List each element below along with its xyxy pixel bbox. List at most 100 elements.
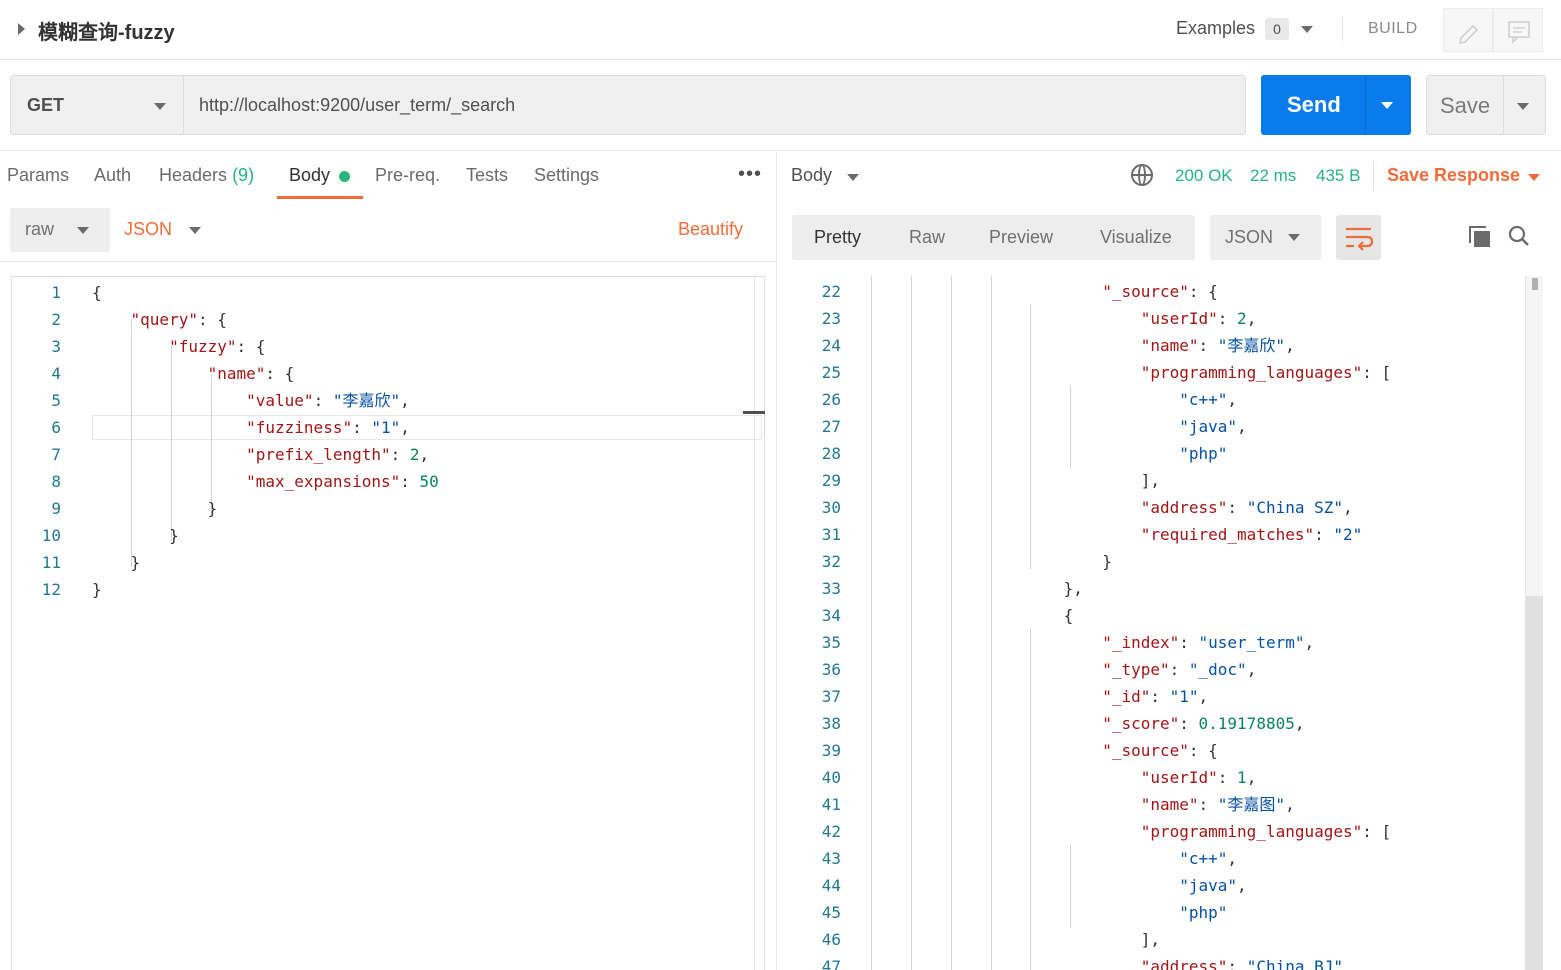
response-body-select[interactable]: Body (791, 165, 832, 186)
code-line: { (92, 283, 102, 302)
code-line: "_id": "1", (1102, 687, 1209, 706)
line-number: 36 (821, 660, 841, 679)
status-code[interactable]: 200 OK (1175, 166, 1233, 186)
chevron-down-icon (77, 227, 89, 234)
code-line: } (92, 580, 102, 599)
tab-prereq[interactable]: Pre-req. (375, 165, 440, 186)
chevron-down-icon (154, 103, 166, 110)
comment-icon (1508, 21, 1530, 44)
line-number: 44 (821, 876, 841, 895)
code-line: "c++", (1179, 849, 1238, 868)
examples-dropdown-icon[interactable] (1301, 26, 1313, 33)
line-number: 41 (821, 795, 841, 814)
tab-tests[interactable]: Tests (466, 165, 508, 186)
line-number: 43 (821, 849, 841, 868)
line-number: 46 (821, 930, 841, 949)
body-format-chevron-icon[interactable] (189, 227, 201, 234)
comments-button[interactable] (1493, 8, 1543, 52)
editor-scroll-marker (743, 411, 765, 414)
request-title[interactable]: 模糊查询-fuzzy (38, 16, 175, 45)
save-response-button[interactable]: Save Response (1387, 165, 1520, 186)
save-button[interactable]: Save (1426, 75, 1546, 135)
code-line: "userId": 1, (1140, 768, 1257, 787)
response-format-value: JSON (1225, 227, 1274, 247)
examples-label[interactable]: Examples (1176, 18, 1255, 39)
pane-divider[interactable] (776, 152, 777, 970)
line-number: 29 (821, 471, 841, 490)
line-number: 3 (51, 337, 61, 356)
code-line: }, (871, 579, 1083, 598)
divider (1365, 75, 1366, 135)
line-number: 4 (51, 364, 61, 383)
body-mode-select[interactable]: raw (10, 208, 110, 252)
line-number: 33 (821, 579, 841, 598)
line-number: 11 (41, 553, 61, 572)
save-options-icon[interactable] (1517, 103, 1529, 110)
examples-count-badge: 0 (1265, 18, 1289, 40)
beautify-button[interactable]: Beautify (678, 219, 743, 240)
expand-caret-icon[interactable] (18, 23, 25, 35)
code-line: "_score": 0.19178805, (1102, 714, 1305, 733)
more-options-icon[interactable]: ••• (738, 163, 762, 186)
tab-visualize[interactable]: Visualize (1100, 227, 1172, 248)
body-indicator-dot (339, 171, 350, 182)
url-input[interactable]: http://localhost:9200/user_term/_search (183, 75, 1246, 135)
tab-body[interactable]: Body (289, 165, 330, 186)
tab-pretty[interactable]: Pretty (814, 227, 861, 248)
line-number: 40 (821, 768, 841, 787)
body-format-select[interactable]: JSON (124, 219, 172, 240)
line-number: 10 (41, 526, 61, 545)
tab-raw[interactable]: Raw (909, 227, 945, 248)
line-number: 9 (51, 499, 61, 518)
save-response-chevron-icon[interactable] (1528, 174, 1540, 181)
tab-headers[interactable]: Headers (9) (159, 165, 254, 186)
globe-icon[interactable] (1131, 164, 1153, 186)
line-number: 8 (51, 472, 61, 491)
response-size[interactable]: 435 B (1316, 166, 1360, 186)
response-format-select[interactable]: JSON (1210, 215, 1321, 260)
code-line: "_type": "_doc", (1102, 660, 1257, 679)
tab-params[interactable]: Params (7, 165, 69, 186)
code-line: "prefix_length": 2, (246, 445, 430, 464)
code-line: "php" (1179, 444, 1228, 463)
code-line: "php" (1179, 903, 1228, 922)
code-line: "_index": "user_term", (1102, 633, 1315, 652)
search-icon[interactable] (1508, 225, 1530, 247)
response-body-viewer[interactable]: 22 "_source": {23 "userId": 2, 24 "name":… (792, 276, 1542, 970)
request-body-editor[interactable]: 1 {2 "query": {3 "fuzzy": {4 "name": {5 "… (11, 276, 765, 970)
wrap-lines-button[interactable] (1336, 215, 1381, 260)
pencil-icon (1458, 24, 1479, 45)
code-line: "name": "李嘉欣", (1140, 336, 1295, 355)
send-options-icon[interactable] (1381, 102, 1393, 109)
code-line: ], (871, 471, 1160, 490)
send-button[interactable]: Send (1261, 75, 1411, 135)
code-line: } (92, 499, 218, 518)
code-line: "c++", (1179, 390, 1238, 409)
edit-button[interactable] (1443, 8, 1493, 52)
chevron-down-icon[interactable] (847, 174, 859, 181)
line-number: 27 (821, 417, 841, 436)
line-number: 39 (821, 741, 841, 760)
code-line: "value": "李嘉欣", (246, 391, 410, 410)
line-number: 38 (821, 714, 841, 733)
line-number: 45 (821, 903, 841, 922)
code-line: "fuzziness": "1", (246, 418, 410, 437)
editor-scrollbar[interactable] (754, 277, 755, 970)
divider (1503, 76, 1504, 134)
line-number: 24 (821, 336, 841, 355)
line-number: 37 (821, 687, 841, 706)
tab-settings[interactable]: Settings (534, 165, 599, 186)
code-line: "fuzzy": { (169, 337, 266, 356)
save-label: Save (1440, 93, 1491, 118)
line-number: 1 (51, 283, 61, 302)
tab-preview[interactable]: Preview (989, 227, 1053, 248)
line-number: 34 (821, 606, 841, 625)
line-number: 42 (821, 822, 841, 841)
method-select[interactable]: GET (10, 75, 184, 135)
response-scrollbar-thumb[interactable] (1526, 596, 1543, 970)
headers-count: (9) (232, 165, 255, 185)
tab-auth[interactable]: Auth (94, 165, 131, 186)
build-label[interactable]: BUILD (1368, 20, 1418, 38)
copy-icon[interactable] (1469, 226, 1491, 248)
response-time[interactable]: 22 ms (1250, 166, 1296, 186)
